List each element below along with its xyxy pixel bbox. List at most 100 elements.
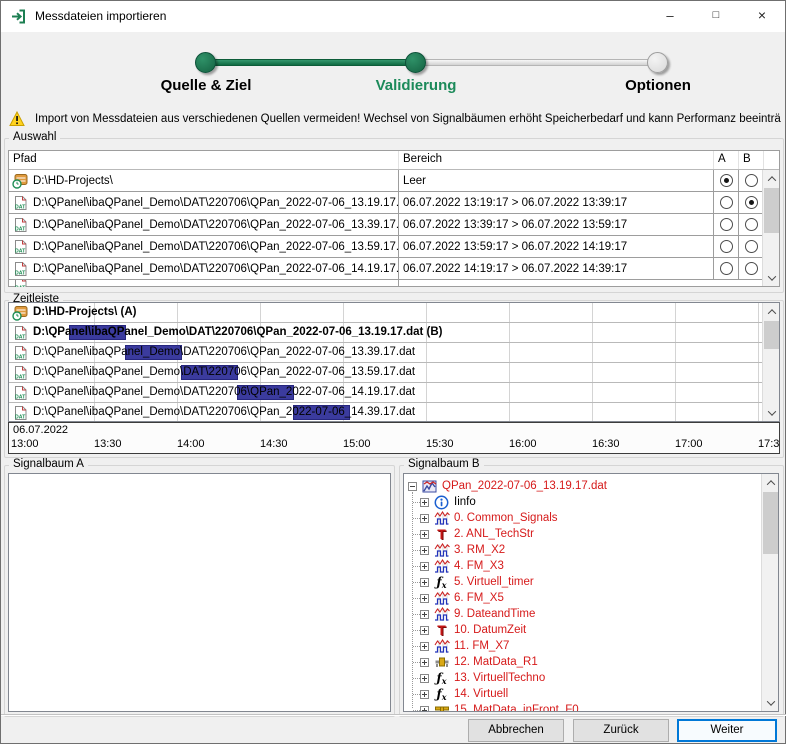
tree-item[interactable]: QPan_2022-07-06_13.19.17.dat (408, 478, 607, 494)
path-text: D:\QPanel\ibaQPanel_Demo\DAT\220706\QPan… (33, 197, 399, 209)
tree-item[interactable]: ƒx13. VirtuellTechno (420, 670, 545, 686)
tree-item[interactable]: 6. FM_X5 (420, 590, 504, 606)
time-axis: 06.07.2022 13:0013:3014:0014:3015:0015:3… (8, 422, 780, 454)
tree-item[interactable]: 4. FM_X3 (420, 558, 504, 574)
tree-item-label: 12. MatData_R1 (454, 656, 538, 668)
scrollbar-thumb[interactable] (764, 188, 779, 233)
expander-icon[interactable] (420, 706, 429, 713)
window-title: Messdateien importieren (35, 1, 166, 32)
tree-item[interactable]: T2. ANL_TechStr (420, 526, 534, 542)
timeline-scrollbar[interactable] (762, 303, 779, 421)
column-header-bereich[interactable]: Bereich (399, 151, 714, 169)
tree-item-label: 3. RM_X2 (454, 544, 505, 556)
tree-item[interactable]: 0. Common_Signals (420, 510, 558, 526)
scrollbar-thumb[interactable] (763, 492, 778, 554)
tree-item[interactable]: Iinfo (420, 494, 476, 510)
abbrechen-button[interactable]: Abbrechen (468, 719, 564, 742)
b-cell (739, 214, 764, 235)
scroll-up-button[interactable] (764, 304, 779, 319)
maximize-button[interactable]: □ (693, 1, 739, 32)
radio-a[interactable] (720, 240, 733, 253)
timeline-row[interactable]: D:\HD-Projects\ (A) (9, 303, 763, 323)
timeline-row-label: D:\HD-Projects\ (A) (33, 306, 137, 318)
svg-text:DAT: DAT (15, 204, 26, 210)
column-header-pfad[interactable]: Pfad (9, 151, 399, 169)
step-label-validierung: Validierung (306, 77, 526, 94)
expander-icon[interactable] (420, 626, 429, 635)
tree-item[interactable]: 9. DateandTime (420, 606, 535, 622)
zurueck-button[interactable]: Zurück (573, 719, 669, 742)
expander-icon[interactable] (420, 674, 429, 683)
expander-icon[interactable] (420, 578, 429, 587)
column-header-a[interactable]: A (714, 151, 739, 169)
tree-scrollbar[interactable] (761, 474, 778, 711)
radio-b[interactable] (745, 196, 758, 209)
scroll-up-button[interactable] (764, 171, 779, 186)
expander-icon[interactable] (420, 594, 429, 603)
expander-icon[interactable] (420, 642, 429, 651)
tree-item[interactable]: 15. MatData_inFront_F0 (420, 702, 579, 712)
column-header-b[interactable]: B (739, 151, 764, 169)
selection-scrollbar[interactable] (762, 170, 779, 286)
scroll-down-button[interactable] (764, 405, 779, 420)
expander-icon[interactable] (420, 498, 429, 507)
tree-item-label: QPan_2022-07-06_13.19.17.dat (442, 480, 607, 492)
radio-b[interactable] (745, 240, 758, 253)
expander-icon[interactable] (420, 658, 429, 667)
radio-a[interactable] (720, 262, 733, 275)
table-row[interactable]: D:\HD-Projects\Leer (9, 170, 779, 192)
expander-icon[interactable] (420, 530, 429, 539)
axis-tick-label: 15:00 (343, 438, 371, 450)
timeline-row[interactable]: DATD:\QPanel\ibaQPanel_Demo\DAT\220706\Q… (9, 383, 763, 403)
warning-icon (9, 111, 25, 127)
tree-item[interactable]: T10. DatumZeit (420, 622, 526, 638)
radio-b[interactable] (745, 218, 758, 231)
timeline-row[interactable]: DATD:\QPanel\ibaQPanel_Demo\DAT\220706\Q… (9, 323, 763, 343)
tree-item[interactable]: 11. FM_X7 (420, 638, 509, 654)
expander-icon[interactable] (408, 482, 417, 491)
dat-file-icon: DAT (12, 365, 29, 381)
signalbaum-a-tree[interactable] (8, 473, 391, 712)
expander-icon[interactable] (420, 690, 429, 699)
timeline-row[interactable]: DATD:\QPanel\ibaQPanel_Demo\DAT\220706\Q… (9, 343, 763, 363)
radio-a[interactable] (720, 196, 733, 209)
expander-icon[interactable] (420, 562, 429, 571)
table-row[interactable]: DATD:\QPanel\ibaQPanel_Demo\DAT\220706\Q… (9, 214, 779, 236)
axis-date-label: 06.07.2022 (13, 424, 68, 436)
tree-item[interactable]: ƒx14. Virtuell (420, 686, 508, 702)
tree-connector-dot (413, 694, 420, 695)
wave-icon (433, 559, 450, 574)
axis-tick-label: 16:30 (592, 438, 620, 450)
timeline-row-label: D:\QPanel\ibaQPanel_Demo\DAT\220706\QPan… (33, 406, 415, 418)
tree-item[interactable]: 3. RM_X2 (420, 542, 505, 558)
tree-item[interactable]: ƒx5. Virtuell_timer (420, 574, 534, 590)
timeline-row[interactable]: DATD:\QPanel\ibaQPanel_Demo\DAT\220706\Q… (9, 403, 763, 422)
radio-a[interactable] (720, 218, 733, 231)
expander-icon[interactable] (420, 546, 429, 555)
table-row[interactable]: DAT D:\QPanel\ibaQPanel_Demo\DAT\220706\Q… (9, 192, 779, 214)
table-row[interactable]: DATD:\QPanel\ibaQPanel_Demo\DAT\220706\Q… (9, 258, 779, 280)
expander-icon[interactable] (420, 610, 429, 619)
scroll-down-button[interactable] (763, 695, 778, 710)
tree-item-label: 14. Virtuell (454, 688, 508, 700)
minimize-button[interactable]: – (647, 1, 693, 32)
scrollbar-thumb[interactable] (764, 321, 779, 349)
title-bar[interactable]: Messdateien importieren – □ × (1, 1, 785, 32)
radio-b[interactable] (745, 174, 758, 187)
dat-file-icon: DAT (12, 261, 29, 277)
tree-connector-dot (413, 662, 420, 663)
svg-text:DAT: DAT (15, 335, 26, 341)
timeline-row[interactable]: DATD:\QPanel\ibaQPanel_Demo\DAT\220706\Q… (9, 363, 763, 383)
tree-item[interactable]: 12. MatData_R1 (420, 654, 538, 670)
radio-b[interactable] (745, 262, 758, 275)
axis-tick-label: 13:30 (94, 438, 122, 450)
expander-icon[interactable] (420, 514, 429, 523)
range-cell: 06.07.2022 14:19:17 > 06.07.2022 14:39:1… (399, 258, 714, 279)
path-cell: DATD:\QPanel\ibaQPanel_Demo\DAT\220706\Q… (9, 214, 399, 235)
scroll-down-button[interactable] (764, 270, 779, 285)
radio-a[interactable] (720, 174, 733, 187)
close-button[interactable]: × (739, 1, 785, 32)
scroll-up-button[interactable] (763, 475, 778, 490)
table-row[interactable]: DATD:\QPanel\ibaQPanel_Demo\DAT\220706\Q… (9, 236, 779, 258)
weiter-button[interactable]: Weiter (677, 719, 777, 742)
